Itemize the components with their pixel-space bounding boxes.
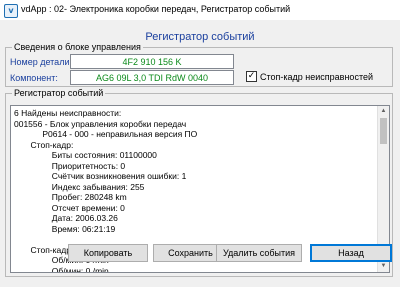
event-log-line: Отсчет времени: 0: [14, 202, 125, 213]
event-log-line: Биты состояния: 01100000: [14, 150, 157, 160]
title-bar: v vdApp : 02- Электроника коробки переда…: [0, 0, 400, 20]
event-log-line: Пробег: 280248 km: [14, 192, 127, 202]
app-icon: v: [4, 4, 18, 18]
window-title: vdApp : 02- Электроника коробки передач,…: [21, 4, 291, 14]
scroll-up-icon[interactable]: ▲: [378, 106, 389, 117]
event-log-line: Счётчик возникновения ошибки: 1: [14, 171, 187, 181]
event-log-line: P0614 - 000 - неправильная версия ПО: [14, 129, 198, 139]
event-log-caption: Регистратор событий: [12, 88, 106, 98]
component-label: Компонент:: [10, 73, 58, 83]
scroll-down-icon[interactable]: ▼: [378, 261, 389, 272]
event-log-line: Индекс забывания: 255: [14, 181, 145, 192]
part-number-field: 4F2 910 156 K: [70, 54, 234, 69]
event-log-line: [14, 234, 380, 245]
freeze-frame-checkbox[interactable]: ✓: [246, 71, 257, 82]
control-unit-group: Сведения о блоке управления Номер детали…: [5, 42, 393, 87]
event-log-line: Стоп-кадр:: [14, 139, 74, 150]
event-log-line: Приоритетность: 0: [14, 160, 126, 171]
event-log-line: 001556 - Блок управления коробки передач: [14, 118, 187, 129]
delete-events-button[interactable]: Удалить события: [216, 244, 302, 262]
back-button[interactable]: Назад: [310, 244, 392, 262]
control-unit-caption: Сведения о блоке управления: [12, 42, 143, 52]
event-log-line: Время: 06:21:19: [14, 223, 116, 234]
copy-button[interactable]: Копировать: [68, 244, 148, 262]
part-number-label: Номер детали:: [10, 57, 72, 67]
component-field: AG6 09L 3,0 TDI RdW 0040: [70, 70, 234, 85]
freeze-frame-label: Стоп-кадр неисправностей: [260, 72, 373, 82]
scroll-thumb[interactable]: [380, 118, 387, 144]
event-log-line: Дата: 2006.03.26: [14, 213, 118, 223]
event-log-line: 6 Найдены неисправности:: [14, 108, 122, 118]
event-log-line: Об/мин: 0 /min: [14, 265, 109, 273]
